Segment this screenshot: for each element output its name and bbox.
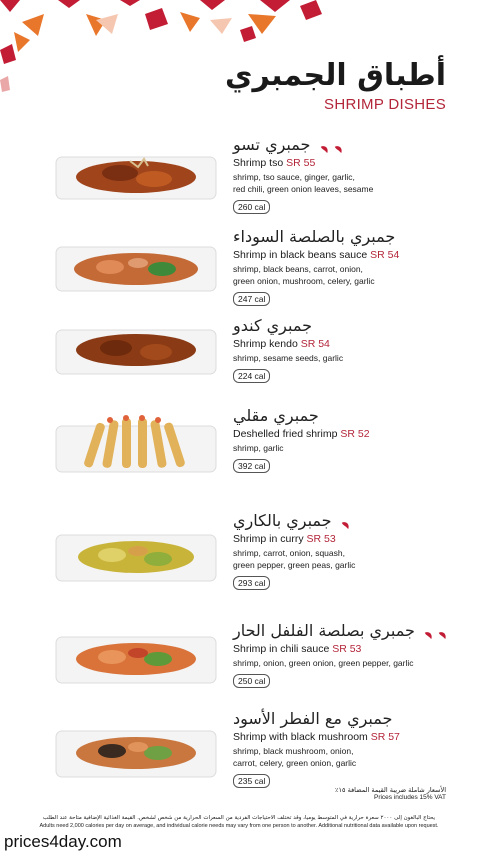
item-name-arabic: جمبري كندو <box>233 316 312 335</box>
nutrition-disclaimer-arabic: يحتاج البالغون إلى ٢٠٠٠ سعرة حرارية في ا… <box>42 815 436 821</box>
item-name-english: Shrimp kendo SR 54 <box>233 338 330 350</box>
calorie-badge: 260 cal <box>233 200 271 214</box>
item-name-english: Shrimp in curry SR 53 <box>233 533 336 545</box>
item-price: SR 55 <box>286 157 316 169</box>
nutrition-disclaimer-english: Adults need 2,000 calories per day on av… <box>39 823 439 829</box>
shrimp-chili-sauce-photo <box>55 636 217 684</box>
calorie-badge: 224 cal <box>233 369 271 383</box>
item-ingredients: shrimp, black beans, carrot, onion, green… <box>233 264 375 286</box>
chili-icon <box>333 140 344 154</box>
item-price: SR 54 <box>300 338 330 350</box>
item-name-arabic: جمبري تسو <box>233 135 448 154</box>
item-price: SR 57 <box>370 731 400 743</box>
item-ingredients: shrimp, sesame seeds, garlic <box>233 353 344 363</box>
item-name-english: Shrimp in chili sauce SR 53 <box>233 643 362 655</box>
calorie-badge: 247 cal <box>233 292 271 306</box>
page-title-arabic: أطباق الجمبري <box>224 58 446 93</box>
item-name-arabic: جمبري بالصلصة السوداء <box>233 227 396 246</box>
item-ingredients: shrimp, carrot, onion, squash, green pepp… <box>233 548 356 570</box>
vat-note: الأسعار شاملة ضريبة القيمة المضافة ١٥٪ P… <box>335 786 446 801</box>
item-name-english: Shrimp tso SR 55 <box>233 157 316 169</box>
item-name-english: Deshelled fried shrimp SR 52 <box>233 428 370 440</box>
item-price: SR 53 <box>332 643 362 655</box>
item-price: SR 52 <box>340 428 370 440</box>
item-price: SR 54 <box>370 249 400 261</box>
calorie-badge: 293 cal <box>233 576 271 590</box>
chili-icon <box>437 626 448 640</box>
item-name-arabic: جمبري مع الفطر الأسود <box>233 709 393 728</box>
item-name-arabic: جمبري بصلصة الفلفل الحار <box>233 621 448 640</box>
shrimp-curry-photo <box>55 534 217 582</box>
item-name-arabic: جمبري مقلي <box>233 406 319 425</box>
chili-icon <box>340 516 351 530</box>
shrimp-tso-photo <box>55 156 217 200</box>
item-name-english: Shrimp with black mushroom SR 57 <box>233 731 400 743</box>
chili-icon <box>423 626 434 640</box>
item-name-english: Shrimp in black beans sauce SR 54 <box>233 249 400 261</box>
watermark: prices4day.com <box>4 832 122 851</box>
chili-icon <box>319 140 330 154</box>
shrimp-kendo-photo <box>55 329 217 375</box>
calorie-badge: 392 cal <box>233 459 271 473</box>
calorie-badge: 235 cal <box>233 774 271 788</box>
item-ingredients: shrimp, black mushroom, onion, carrot, ce… <box>233 746 357 768</box>
item-price: SR 53 <box>306 533 336 545</box>
shrimp-black-mushroom-photo <box>55 730 217 778</box>
item-ingredients: shrimp, garlic <box>233 443 284 453</box>
fried-shrimp-photo <box>55 415 217 473</box>
shrimp-black-beans-photo <box>55 246 217 292</box>
item-ingredients: shrimp, onion, green onion, green pepper… <box>233 658 414 668</box>
page-title-english: SHRIMP DISHES <box>324 96 446 113</box>
item-ingredients: shrimp, tso sauce, ginger, garlic, red ch… <box>233 172 374 194</box>
calorie-badge: 250 cal <box>233 674 271 688</box>
item-name-arabic: جمبري بالكاري <box>233 511 448 530</box>
